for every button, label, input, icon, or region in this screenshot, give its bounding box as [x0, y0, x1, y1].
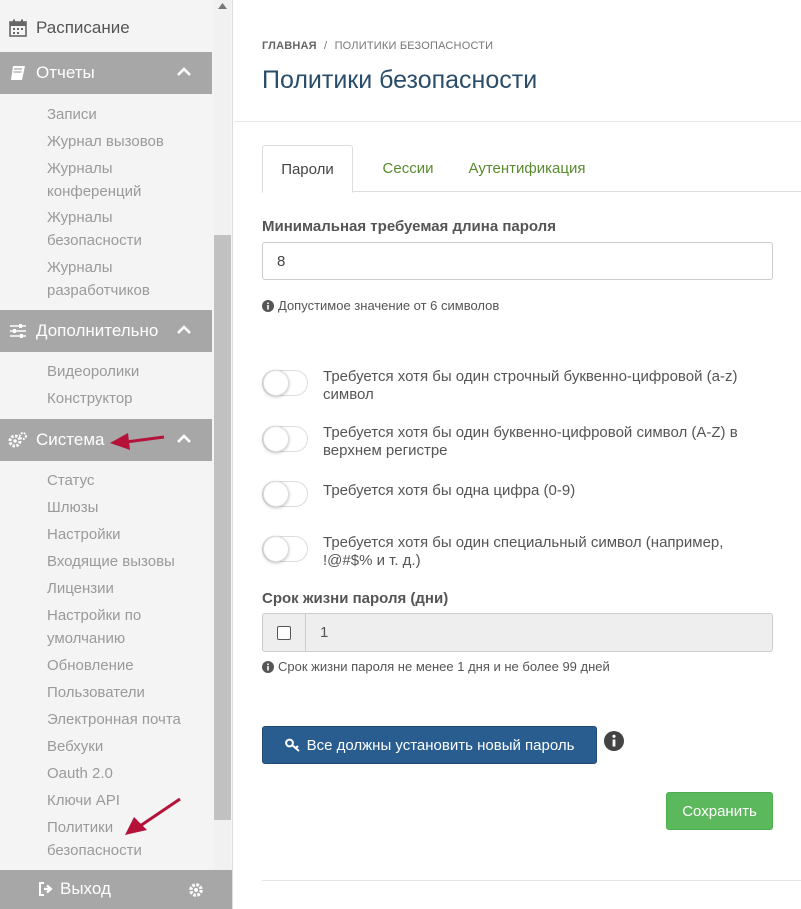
lifetime-checkbox[interactable] — [277, 625, 291, 640]
cogs-icon — [8, 430, 28, 450]
sidebar-item-label: Расписание — [36, 18, 130, 37]
tab-sessions[interactable]: Сессии — [361, 145, 455, 192]
sidebar-item-builder[interactable]: Конструктор — [47, 387, 212, 410]
tab-bar: Пароли Сессии Аутентификация — [262, 145, 801, 193]
min-length-input[interactable]: 8 — [262, 242, 773, 280]
toggle-label: Требуется хотя бы один буквенно-цифровой… — [323, 424, 738, 459]
sidebar-item-security-logs[interactable]: Журналы безопасности — [47, 206, 167, 252]
calendar-icon — [8, 18, 28, 38]
page-title: Политики безопасности — [262, 66, 538, 94]
chevron-up-icon[interactable] — [176, 64, 192, 80]
chevron-up-icon[interactable] — [176, 322, 192, 338]
lifetime-input[interactable]: 1 — [306, 614, 772, 651]
sidebar-item-schedule[interactable]: Расписание — [0, 10, 212, 46]
special-char-toggle[interactable] — [262, 536, 308, 562]
info-icon — [262, 299, 274, 312]
chevron-up-icon[interactable] — [176, 431, 192, 447]
lowercase-toggle[interactable] — [262, 370, 308, 396]
scrollbar-thumb[interactable] — [214, 235, 231, 820]
sidebar-section-system[interactable]: Система — [0, 419, 212, 461]
sidebar-item-inbound-calls[interactable]: Входящие вызовы — [47, 550, 212, 573]
sidebar-item-users[interactable]: Пользователи — [47, 681, 212, 704]
sidebar-item-email[interactable]: Электронная почта — [47, 708, 212, 731]
breadcrumb-separator: / — [324, 40, 328, 52]
main-content: ГЛАВНАЯ / ПОЛИТИКИ БЕЗОПАСНОСТИ Политики… — [234, 0, 801, 909]
lifetime-label: Срок жизни пароля (дни) — [262, 590, 449, 607]
toggle-row-uppercase: Требуется хотя бы один буквенно-цифровой… — [262, 424, 773, 460]
sidebar-item-update[interactable]: Обновление — [47, 654, 212, 677]
digit-toggle[interactable] — [262, 481, 308, 507]
breadcrumb-current: ПОЛИТИКИ БЕЗОПАСНОСТИ — [334, 40, 494, 52]
lifetime-checkbox-addon — [263, 614, 306, 651]
annotation-arrow — [110, 433, 165, 450]
uppercase-toggle[interactable] — [262, 426, 308, 452]
tab-authentication[interactable]: Аутентификация — [455, 145, 599, 192]
help-text: Допустимое значение от 6 символов — [278, 298, 500, 313]
sign-out-icon — [39, 882, 53, 896]
sidebar-section-label: Отчеты — [36, 63, 95, 82]
gear-icon[interactable] — [188, 882, 204, 898]
sidebar-item-status[interactable]: Статус — [47, 469, 212, 492]
book-icon — [8, 63, 28, 83]
lifetime-input-group: 1 — [262, 613, 773, 652]
breadcrumb-home[interactable]: ГЛАВНАЯ — [262, 40, 317, 52]
key-icon — [284, 738, 300, 752]
sidebar-item-licenses[interactable]: Лицензии — [47, 577, 212, 600]
toggle-label: Требуется хотя бы одна цифра (0-9) — [323, 482, 576, 499]
toggle-row-lowercase: Требуется хотя бы один строчный буквенно… — [262, 368, 773, 404]
sidebar-item-settings[interactable]: Настройки — [47, 523, 212, 546]
sidebar-scrollbar[interactable] — [214, 0, 231, 870]
sidebar-nav: Расписание Отчеты Записи Журнал вызовов … — [0, 0, 212, 870]
sidebar-section-reports[interactable]: Отчеты — [0, 52, 212, 94]
divider — [234, 121, 801, 122]
sidebar-item-webhooks[interactable]: Вебхуки — [47, 735, 212, 758]
tab-passwords[interactable]: Пароли — [262, 145, 353, 193]
sidebar-item-oauth[interactable]: Oauth 2.0 — [47, 762, 212, 785]
divider — [262, 880, 801, 881]
sidebar-section-label: Система — [36, 430, 105, 449]
help-text: Срок жизни пароля не менее 1 дня и не бо… — [278, 659, 610, 674]
toggle-label: Требуется хотя бы один специальный симво… — [323, 534, 724, 569]
info-icon — [262, 660, 274, 673]
force-password-reset-button[interactable]: Все должны установить новый пароль — [262, 726, 597, 764]
annotation-arrow — [125, 797, 181, 835]
toggle-row-digit: Требуется хотя бы одна цифра (0-9) — [262, 479, 773, 507]
info-icon[interactable] — [604, 731, 624, 751]
sidebar-item-developer-logs[interactable]: Журналы разработчиков — [47, 256, 167, 302]
min-length-help: Допустимое значение от 6 символов — [262, 298, 499, 313]
sidebar-section-advanced[interactable]: Дополнительно — [0, 310, 212, 352]
toggle-label: Требуется хотя бы один строчный буквенно… — [323, 368, 738, 403]
save-button[interactable]: Сохранить — [666, 792, 773, 830]
min-length-label: Минимальная требуемая длина пароля — [262, 218, 556, 235]
button-label: Все должны установить новый пароль — [306, 736, 575, 754]
scroll-up-arrow-icon[interactable] — [218, 3, 227, 9]
toggle-row-special: Требуется хотя бы один специальный симво… — [262, 534, 773, 570]
sidebar-item-conference-logs[interactable]: Журналы конференций — [47, 157, 167, 203]
sidebar-item-recordings[interactable]: Записи — [47, 103, 212, 126]
sidebar-item-gateways[interactable]: Шлюзы — [47, 496, 212, 519]
sliders-icon — [8, 321, 28, 341]
sidebar-item-call-log[interactable]: Журнал вызовов — [47, 130, 212, 153]
sidebar: Расписание Отчеты Записи Журнал вызовов … — [0, 0, 233, 909]
logout-label: Выход — [60, 879, 111, 898]
logout-button[interactable]: Выход — [38, 879, 111, 899]
sidebar-item-default-settings[interactable]: Настройки по умолчанию — [47, 604, 167, 650]
sidebar-item-videos[interactable]: Видеоролики — [47, 360, 212, 383]
sidebar-footer: Выход — [0, 870, 232, 909]
lifetime-help: Срок жизни пароля не менее 1 дня и не бо… — [262, 659, 610, 674]
breadcrumb: ГЛАВНАЯ / ПОЛИТИКИ БЕЗОПАСНОСТИ — [262, 40, 493, 52]
sidebar-section-label: Дополнительно — [36, 321, 159, 340]
